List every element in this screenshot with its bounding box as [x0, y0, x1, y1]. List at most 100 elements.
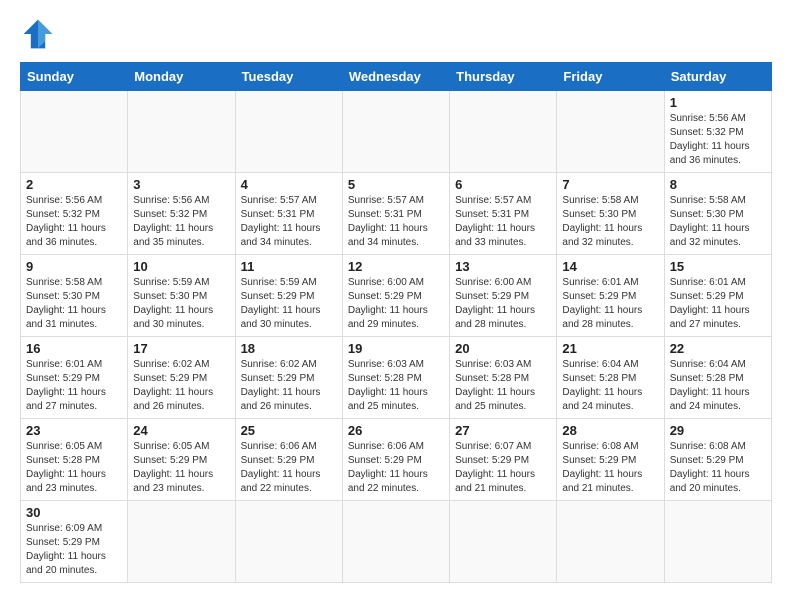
- day-number: 6: [455, 177, 551, 192]
- day-info: Sunrise: 6:01 AM Sunset: 5:29 PM Dayligh…: [26, 358, 122, 414]
- day-number: 18: [241, 341, 337, 356]
- day-info: Sunrise: 5:57 AM Sunset: 5:31 PM Dayligh…: [348, 194, 444, 250]
- calendar-cell: 27Sunrise: 6:07 AM Sunset: 5:29 PM Dayli…: [450, 419, 557, 501]
- day-info: Sunrise: 5:56 AM Sunset: 5:32 PM Dayligh…: [133, 194, 229, 250]
- calendar-cell: 10 Sunrise: 5:59 AM Sunset: 5:30 PM Dayli…: [128, 255, 235, 337]
- calendar-cell: 18 Sunrise: 6:02 AM Sunset: 5:29 PM Dayli…: [235, 337, 342, 419]
- calendar-cell: 15 Sunrise: 6:01 AM Sunset: 5:29 PM Dayli…: [664, 255, 771, 337]
- calendar-cell: 14Sunrise: 6:01 AM Sunset: 5:29 PM Dayli…: [557, 255, 664, 337]
- day-info: Sunrise: 5:56 AM Sunset: 5:32 PM Dayligh…: [670, 112, 766, 168]
- day-number: 5: [348, 177, 444, 192]
- calendar-cell: 24 Sunrise: 6:05 AM Sunset: 5:29 PM Dayli…: [128, 419, 235, 501]
- day-info: Sunrise: 6:02 AM Sunset: 5:29 PM Dayligh…: [241, 358, 337, 414]
- day-info: Sunrise: 6:00 AM Sunset: 5:29 PM Dayligh…: [455, 276, 551, 332]
- day-info: Sunrise: 6:03 AM Sunset: 5:28 PM Dayligh…: [348, 358, 444, 414]
- day-info: Sunrise: 6:04 AM Sunset: 5:28 PM Dayligh…: [670, 358, 766, 414]
- weekday-header-sunday: Sunday: [21, 63, 128, 91]
- day-info: Sunrise: 5:57 AM Sunset: 5:31 PM Dayligh…: [241, 194, 337, 250]
- day-number: 30: [26, 505, 122, 520]
- day-number: 15: [670, 259, 766, 274]
- day-info: Sunrise: 6:01 AM Sunset: 5:29 PM Dayligh…: [670, 276, 766, 332]
- day-info: Sunrise: 6:05 AM Sunset: 5:29 PM Dayligh…: [133, 440, 229, 496]
- day-number: 20: [455, 341, 551, 356]
- calendar-cell: 5 Sunrise: 5:57 AM Sunset: 5:31 PM Daylig…: [342, 173, 449, 255]
- logo: [20, 16, 62, 52]
- calendar-cell: 29 Sunrise: 6:08 AM Sunset: 5:29 PM Dayli…: [664, 419, 771, 501]
- calendar-cell: 12 Sunrise: 6:00 AM Sunset: 5:29 PM Dayli…: [342, 255, 449, 337]
- day-number: 12: [348, 259, 444, 274]
- day-number: 26: [348, 423, 444, 438]
- calendar-cell: 17 Sunrise: 6:02 AM Sunset: 5:29 PM Dayli…: [128, 337, 235, 419]
- day-number: 7: [562, 177, 658, 192]
- day-number: 16: [26, 341, 122, 356]
- week-row-0: 1 Sunrise: 5:56 AM Sunset: 5:32 PM Daylig…: [21, 91, 772, 173]
- day-number: 9: [26, 259, 122, 274]
- day-info: Sunrise: 6:09 AM Sunset: 5:29 PM Dayligh…: [26, 522, 122, 578]
- calendar-cell: 9 Sunrise: 5:58 AM Sunset: 5:30 PM Daylig…: [21, 255, 128, 337]
- day-number: 3: [133, 177, 229, 192]
- calendar-cell: 3 Sunrise: 5:56 AM Sunset: 5:32 PM Daylig…: [128, 173, 235, 255]
- day-number: 28: [562, 423, 658, 438]
- day-info: Sunrise: 5:59 AM Sunset: 5:30 PM Dayligh…: [133, 276, 229, 332]
- calendar-cell: [557, 91, 664, 173]
- day-info: Sunrise: 5:59 AM Sunset: 5:29 PM Dayligh…: [241, 276, 337, 332]
- week-row-2: 9 Sunrise: 5:58 AM Sunset: 5:30 PM Daylig…: [21, 255, 772, 337]
- calendar-cell: [342, 91, 449, 173]
- calendar-cell: [450, 91, 557, 173]
- calendar-cell: 4 Sunrise: 5:57 AM Sunset: 5:31 PM Daylig…: [235, 173, 342, 255]
- calendar-cell: [128, 501, 235, 583]
- day-info: Sunrise: 6:02 AM Sunset: 5:29 PM Dayligh…: [133, 358, 229, 414]
- page: SundayMondayTuesdayWednesdayThursdayFrid…: [0, 0, 792, 603]
- day-number: 10: [133, 259, 229, 274]
- calendar-cell: 19 Sunrise: 6:03 AM Sunset: 5:28 PM Dayli…: [342, 337, 449, 419]
- day-info: Sunrise: 5:58 AM Sunset: 5:30 PM Dayligh…: [26, 276, 122, 332]
- day-number: 25: [241, 423, 337, 438]
- calendar-cell: 7 Sunrise: 5:58 AM Sunset: 5:30 PM Daylig…: [557, 173, 664, 255]
- calendar-cell: 20 Sunrise: 6:03 AM Sunset: 5:28 PM Dayli…: [450, 337, 557, 419]
- weekday-header-wednesday: Wednesday: [342, 63, 449, 91]
- day-info: Sunrise: 5:56 AM Sunset: 5:32 PM Dayligh…: [26, 194, 122, 250]
- day-info: Sunrise: 5:58 AM Sunset: 5:30 PM Dayligh…: [670, 194, 766, 250]
- day-number: 4: [241, 177, 337, 192]
- day-info: Sunrise: 6:08 AM Sunset: 5:29 PM Dayligh…: [562, 440, 658, 496]
- calendar-cell: [21, 91, 128, 173]
- day-number: 21: [562, 341, 658, 356]
- day-info: Sunrise: 6:03 AM Sunset: 5:28 PM Dayligh…: [455, 358, 551, 414]
- calendar-cell: 2 Sunrise: 5:56 AM Sunset: 5:32 PM Daylig…: [21, 173, 128, 255]
- calendar-cell: 28 Sunrise: 6:08 AM Sunset: 5:29 PM Dayli…: [557, 419, 664, 501]
- day-number: 11: [241, 259, 337, 274]
- weekday-header-row: SundayMondayTuesdayWednesdayThursdayFrid…: [21, 63, 772, 91]
- day-number: 13: [455, 259, 551, 274]
- day-number: 27: [455, 423, 551, 438]
- calendar-cell: 11 Sunrise: 5:59 AM Sunset: 5:29 PM Dayli…: [235, 255, 342, 337]
- calendar-cell: 23Sunrise: 6:05 AM Sunset: 5:28 PM Dayli…: [21, 419, 128, 501]
- day-number: 8: [670, 177, 766, 192]
- calendar-cell: [557, 501, 664, 583]
- calendar: SundayMondayTuesdayWednesdayThursdayFrid…: [20, 62, 772, 583]
- day-number: 17: [133, 341, 229, 356]
- day-info: Sunrise: 6:08 AM Sunset: 5:29 PM Dayligh…: [670, 440, 766, 496]
- day-number: 2: [26, 177, 122, 192]
- day-number: 24: [133, 423, 229, 438]
- calendar-cell: [235, 91, 342, 173]
- day-info: Sunrise: 6:01 AM Sunset: 5:29 PM Dayligh…: [562, 276, 658, 332]
- calendar-cell: 26Sunrise: 6:06 AM Sunset: 5:29 PM Dayli…: [342, 419, 449, 501]
- calendar-cell: 21 Sunrise: 6:04 AM Sunset: 5:28 PM Dayli…: [557, 337, 664, 419]
- calendar-cell: [128, 91, 235, 173]
- logo-icon: [20, 16, 56, 52]
- day-number: 19: [348, 341, 444, 356]
- calendar-cell: 8 Sunrise: 5:58 AM Sunset: 5:30 PM Daylig…: [664, 173, 771, 255]
- day-number: 29: [670, 423, 766, 438]
- calendar-cell: [342, 501, 449, 583]
- day-info: Sunrise: 5:58 AM Sunset: 5:30 PM Dayligh…: [562, 194, 658, 250]
- weekday-header-friday: Friday: [557, 63, 664, 91]
- day-number: 23: [26, 423, 122, 438]
- day-info: Sunrise: 6:04 AM Sunset: 5:28 PM Dayligh…: [562, 358, 658, 414]
- calendar-cell: [664, 501, 771, 583]
- week-row-1: 2 Sunrise: 5:56 AM Sunset: 5:32 PM Daylig…: [21, 173, 772, 255]
- day-number: 1: [670, 95, 766, 110]
- calendar-cell: 13 Sunrise: 6:00 AM Sunset: 5:29 PM Dayli…: [450, 255, 557, 337]
- day-info: Sunrise: 6:00 AM Sunset: 5:29 PM Dayligh…: [348, 276, 444, 332]
- day-info: Sunrise: 5:57 AM Sunset: 5:31 PM Dayligh…: [455, 194, 551, 250]
- weekday-header-monday: Monday: [128, 63, 235, 91]
